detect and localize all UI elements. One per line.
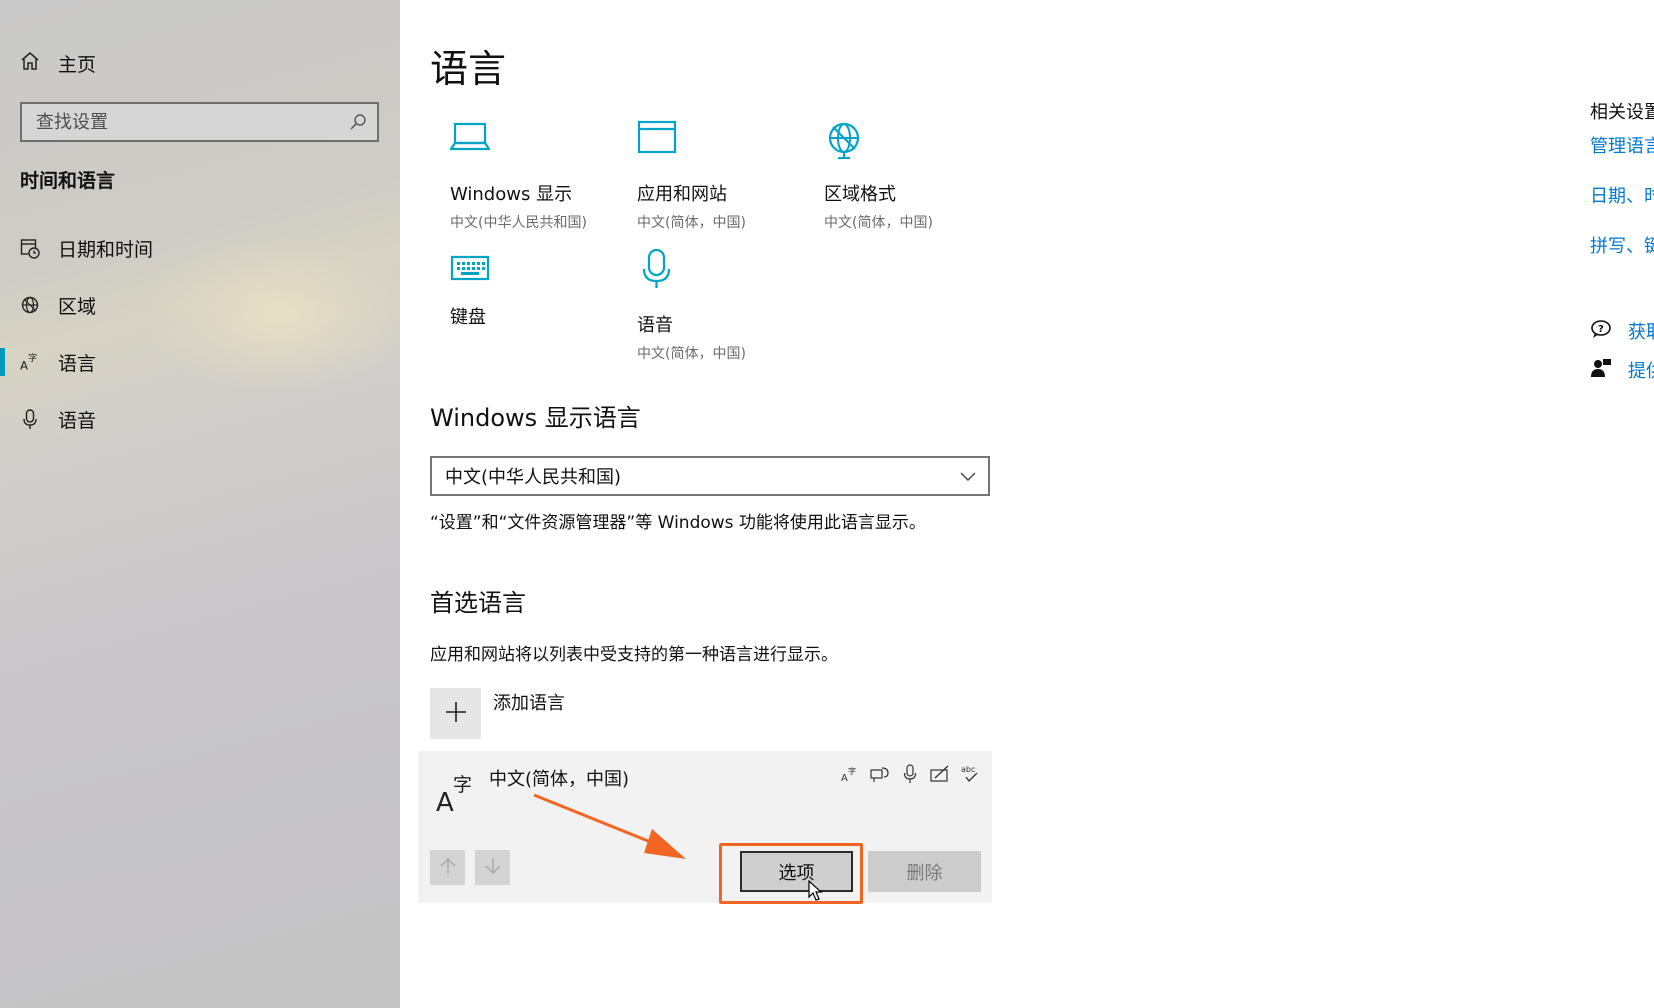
svg-text:字: 字	[28, 352, 37, 364]
svg-text:字: 字	[453, 774, 472, 796]
mouse-cursor-icon	[808, 880, 823, 901]
keyboard-icon	[450, 253, 630, 303]
sidebar-item-label: 语音	[58, 409, 97, 432]
settings-window: 主页 时间和语言 日期和时间 区域 A字 语言	[0, 0, 1654, 1008]
select-value: 中文(中华人民共和国)	[445, 467, 622, 488]
svg-text:A: A	[436, 788, 454, 815]
tile-sub: 中文(简体，中国)	[824, 215, 933, 231]
microphone-icon	[20, 408, 40, 430]
tile-label: Windows 显示	[450, 184, 573, 205]
arrow-down-icon	[484, 857, 502, 879]
options-button[interactable]: 选项	[740, 851, 853, 892]
spell-check-icon: abc	[960, 763, 980, 785]
get-help-link[interactable]: ? 获取	[1590, 318, 1654, 344]
help-chat-icon: ?	[1590, 319, 1612, 344]
tile-label: 键盘	[450, 307, 486, 328]
move-down-button[interactable]	[475, 850, 510, 885]
sidebar-item-label: 区域	[58, 295, 97, 318]
get-help-label: 获取	[1628, 322, 1654, 343]
svg-text:字: 字	[848, 766, 856, 776]
tile-sub: 中文(简体，中国)	[637, 215, 746, 231]
display-language-feature-icon: A字	[840, 763, 860, 785]
search-field[interactable]	[20, 102, 379, 142]
display-language-description: “设置”和“文件资源管理器”等 Windows 功能将使用此语言显示。	[430, 513, 926, 533]
calendar-clock-icon	[20, 237, 40, 259]
tile-sub: 中文(简体，中国)	[637, 346, 746, 362]
microphone-icon	[637, 247, 817, 303]
sidebar-item-date-time[interactable]: 日期和时间	[0, 226, 400, 270]
related-link-date-time[interactable]: 日期、时	[1590, 182, 1654, 208]
sidebar: 主页 时间和语言 日期和时间 区域 A字 语言	[0, 0, 400, 1008]
globe-icon	[20, 294, 40, 316]
add-language-button[interactable]	[430, 688, 481, 739]
language-list-item[interactable]: A字 中文(简体，中国) A字 abc 选项 删除	[418, 751, 992, 904]
tile-regional-format[interactable]: 区域格式 中文(简体，中国)	[824, 120, 1004, 232]
tile-label: 区域格式	[824, 184, 896, 205]
plus-icon	[445, 701, 467, 727]
related-link-manage-language[interactable]: 管理语言	[1590, 132, 1654, 158]
feedback-label: 提供	[1628, 361, 1654, 382]
globe-icon	[824, 120, 1004, 170]
display-language-select[interactable]: 中文(中华人民共和国)	[430, 456, 990, 496]
tile-sub: 中文(中华人民共和国)	[450, 215, 587, 231]
text-to-speech-icon	[870, 763, 890, 785]
feedback-person-icon	[1590, 358, 1612, 383]
sidebar-item-region[interactable]: 区域	[0, 283, 400, 327]
feedback-link[interactable]: 提供	[1590, 357, 1654, 383]
tile-apps-websites[interactable]: 应用和网站 中文(简体，中国)	[637, 120, 817, 232]
page-title: 语言	[430, 47, 507, 91]
remove-button[interactable]: 删除	[868, 851, 981, 892]
home-link[interactable]: 主页	[20, 48, 96, 78]
main-content: 语言 Windows 显示 中文(中华人民共和国) 应用和网站 中文(简体，中国…	[400, 0, 1654, 1008]
svg-text:?: ?	[1598, 324, 1604, 335]
svg-text:A: A	[20, 358, 28, 372]
search-input[interactable]	[36, 111, 336, 133]
language-name: 中文(简体，中国)	[489, 769, 630, 790]
sidebar-item-label: 日期和时间	[58, 238, 154, 261]
home-icon	[20, 51, 40, 76]
chevron-down-icon	[960, 468, 976, 489]
speech-recognition-icon	[900, 763, 920, 785]
window-icon	[637, 120, 817, 170]
svg-text:abc: abc	[961, 765, 975, 774]
language-icon: A字	[20, 351, 40, 373]
tile-speech[interactable]: 语音 中文(简体，中国)	[637, 247, 817, 363]
language-icon: A字	[436, 771, 476, 819]
search-icon[interactable]	[349, 113, 367, 135]
language-feature-icons: A字 abc	[840, 763, 980, 785]
annotation-arrow	[533, 793, 686, 859]
related-link-spelling-typing[interactable]: 拼写、键	[1590, 232, 1654, 258]
preferred-language-heading: 首选语言	[430, 589, 526, 617]
related-settings-title: 相关设置	[1590, 102, 1654, 123]
sidebar-item-label: 语言	[58, 352, 97, 375]
arrow-up-icon	[439, 857, 457, 879]
display-language-heading: Windows 显示语言	[430, 404, 641, 432]
tile-label: 语音	[637, 315, 673, 336]
tile-windows-display[interactable]: Windows 显示 中文(中华人民共和国)	[450, 120, 630, 232]
move-up-button[interactable]	[430, 850, 465, 885]
handwriting-icon	[930, 763, 950, 785]
related-settings-panel: 相关设置 管理语言 日期、时 拼写、键 ? 获取 提供	[1590, 0, 1654, 1008]
laptop-icon	[450, 120, 630, 170]
sidebar-item-speech[interactable]: 语音	[0, 397, 400, 441]
tile-keyboard[interactable]: 键盘	[450, 253, 630, 329]
add-language-row[interactable]: 添加语言	[430, 688, 565, 739]
tile-label: 应用和网站	[637, 184, 727, 205]
sidebar-item-language[interactable]: A字 语言	[0, 340, 400, 384]
svg-text:A: A	[841, 773, 848, 783]
section-title: 时间和语言	[20, 170, 116, 192]
preferred-language-description: 应用和网站将以列表中受支持的第一种语言进行显示。	[430, 645, 838, 665]
add-language-label[interactable]: 添加语言	[493, 689, 565, 739]
home-label: 主页	[58, 53, 97, 76]
